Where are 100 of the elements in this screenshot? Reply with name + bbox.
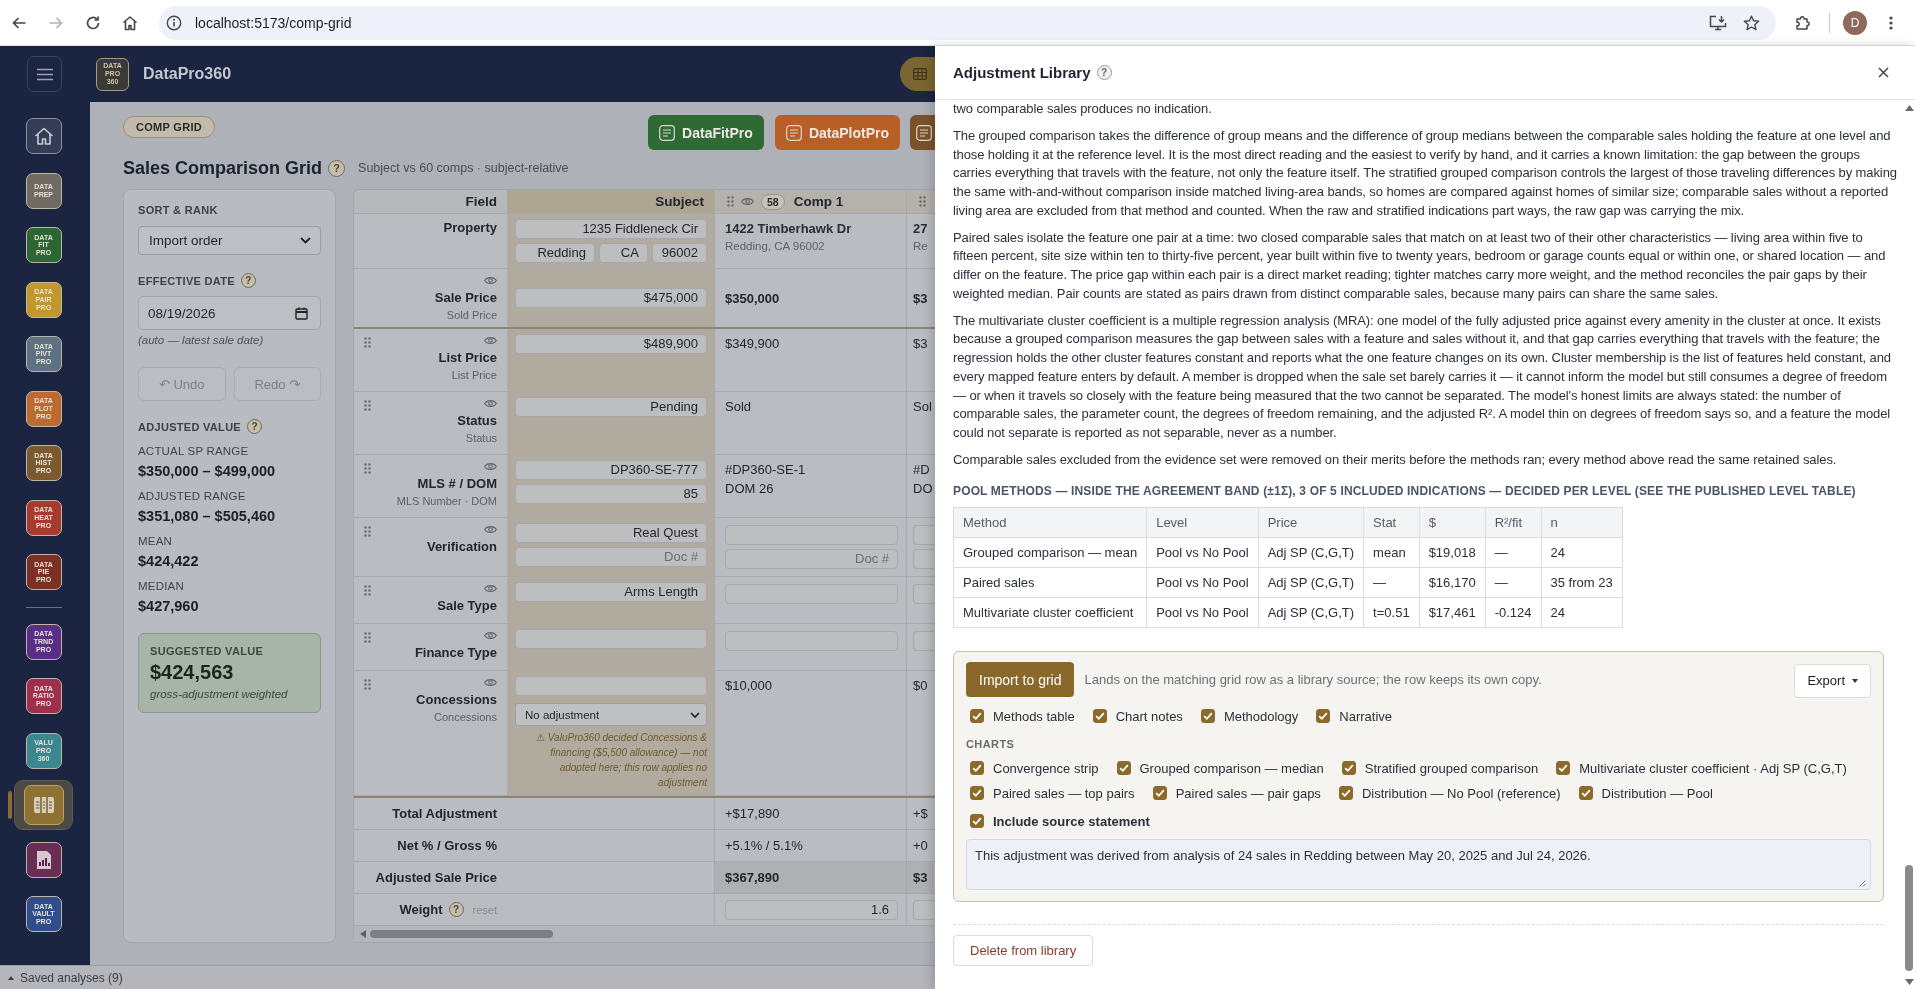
checkbox-label[interactable]: Include source statement [993, 813, 1150, 829]
checkbox[interactable] [970, 709, 984, 723]
date-field[interactable]: 08/19/2026 [138, 296, 321, 330]
input-field[interactable]: CA [598, 243, 648, 263]
profile-avatar[interactable]: D [1843, 10, 1867, 35]
input-field[interactable]: 85 [515, 484, 707, 504]
drag-handle-icon[interactable] [364, 679, 371, 690]
saved-analyses-toggle[interactable]: Saved analyses (9) [20, 970, 123, 985]
input-field[interactable]: 1235 Fiddleneck Cir [515, 219, 707, 239]
drag-handle-icon[interactable] [364, 585, 371, 596]
scroll-up-icon[interactable] [1904, 105, 1914, 111]
help-icon[interactable]: ? [240, 273, 256, 288]
row-sublabel: List Price [451, 369, 497, 382]
drag-handle-icon[interactable] [364, 463, 371, 474]
star-icon[interactable] [1743, 14, 1760, 31]
input-field[interactable]: 96002 [651, 243, 707, 263]
resize-handle-icon[interactable] [1858, 878, 1866, 887]
checkbox[interactable] [970, 786, 984, 800]
drag-handle-icon[interactable] [364, 526, 371, 537]
checkbox[interactable] [1578, 786, 1593, 800]
menu-button[interactable] [27, 56, 62, 92]
address-bar[interactable]: localhost:5173/comp-grid [159, 5, 1776, 40]
sort-select[interactable]: Import order [138, 226, 321, 255]
checkbox[interactable] [1092, 709, 1107, 723]
stat-value: $350,000 – $499,000 [138, 463, 277, 479]
app-button[interactable]: DataFitPro [648, 115, 764, 150]
checkbox-label[interactable]: Stratified grouped comparison [1364, 760, 1539, 776]
app-button[interactable] [910, 115, 935, 150]
checkbox-label[interactable]: Chart notes [1115, 708, 1183, 724]
input-field[interactable] [515, 629, 707, 649]
report-button[interactable] [25, 841, 62, 878]
app-button[interactable]: DataPlotPro [774, 115, 900, 150]
checkbox-label[interactable]: Methodology [1223, 708, 1299, 724]
statement-field[interactable]: This adjustment was derived from analysis of 24 sales in Redding between May 20, 2025 and Jul 24, 2026. [966, 838, 1871, 890]
checkbox[interactable] [1152, 786, 1167, 800]
install-app-icon[interactable] [1709, 14, 1727, 31]
eye-icon[interactable] [484, 584, 497, 593]
input-field[interactable] [913, 549, 934, 569]
cell-value: +$17,890 [714, 798, 906, 829]
checkbox[interactable] [1338, 786, 1353, 800]
checkbox-label[interactable]: Paired sales — pair gaps [1175, 785, 1321, 801]
checkbox[interactable] [970, 761, 984, 775]
help-icon[interactable]: ? [247, 419, 262, 434]
checkbox[interactable] [1316, 709, 1331, 723]
grid-app-button[interactable] [900, 57, 935, 91]
caret-up-icon[interactable] [8, 975, 14, 980]
input-field[interactable]: Pending [515, 397, 707, 417]
row-label: Weight [399, 901, 443, 918]
checkbox-label[interactable]: Distribution — Pool [1601, 785, 1713, 801]
adjustment-select[interactable]: No adjustment [515, 703, 707, 726]
scroll-down-icon[interactable] [1904, 979, 1914, 985]
input-field[interactable]: Redding [515, 243, 595, 263]
eye-icon[interactable] [741, 197, 754, 206]
delete-button[interactable]: Delete from library [953, 934, 1094, 966]
help-icon[interactable]: ? [448, 902, 464, 917]
help-icon[interactable]: ? [1096, 65, 1112, 80]
checkbox[interactable] [1200, 709, 1215, 723]
weight-field[interactable]: 1.6 [725, 899, 898, 920]
eye-icon[interactable] [484, 525, 497, 534]
checkbox-label[interactable]: Methods table [993, 708, 1075, 724]
input-field[interactable]: Arms Length [515, 582, 707, 602]
eye-icon[interactable] [484, 678, 497, 687]
input-field[interactable] [913, 525, 934, 545]
eye-icon[interactable] [484, 631, 497, 640]
input-field[interactable]: $475,000 [515, 288, 707, 308]
eye-icon[interactable] [484, 336, 497, 345]
scrollbar-thumb[interactable] [370, 930, 553, 938]
checkbox-label[interactable]: Grouped comparison — median [1139, 760, 1324, 776]
drag-handle-icon[interactable] [364, 400, 371, 411]
input-field[interactable]: $489,900 [515, 334, 707, 354]
checkbox-label[interactable]: Narrative [1339, 708, 1393, 724]
drag-handle-icon[interactable] [364, 632, 371, 643]
checkbox[interactable] [1116, 761, 1131, 775]
checkbox[interactable] [1556, 761, 1571, 775]
checkbox-label[interactable]: Multivariate cluster coefficient · Adj SP (C,G,T) [1579, 760, 1847, 776]
eye-icon[interactable] [484, 399, 497, 408]
drag-handle-icon[interactable] [919, 196, 926, 207]
import-button[interactable]: Import to grid [966, 662, 1075, 697]
checkbox-label[interactable]: Distribution — No Pool (reference) [1361, 785, 1561, 801]
checkbox[interactable] [1341, 761, 1356, 775]
cell-value: $350,000 [725, 290, 781, 306]
export-button[interactable]: Export [1794, 663, 1871, 698]
input-field[interactable]: Real Quest [515, 523, 707, 543]
drag-handle-icon[interactable] [364, 337, 371, 348]
checkbox-label[interactable]: Paired sales — top pairs [993, 785, 1135, 801]
input-field[interactable] [913, 631, 934, 651]
checkbox-label[interactable]: Convergence strip [993, 760, 1099, 776]
home-button[interactable] [25, 118, 62, 155]
drag-handle-icon[interactable] [727, 196, 734, 207]
input-field[interactable] [515, 676, 707, 696]
help-icon[interactable]: ? [328, 159, 346, 177]
scroll-left-icon[interactable] [360, 930, 366, 938]
input-field[interactable]: DP360-SE-777 [515, 460, 707, 480]
eye-icon[interactable] [484, 276, 497, 285]
scrollbar-thumb[interactable] [1905, 865, 1913, 971]
eye-icon[interactable] [484, 462, 497, 471]
weight-field[interactable] [913, 899, 934, 920]
input-field[interactable] [913, 584, 934, 604]
checkbox[interactable] [970, 814, 984, 828]
comp-grid-button[interactable] [23, 785, 64, 826]
